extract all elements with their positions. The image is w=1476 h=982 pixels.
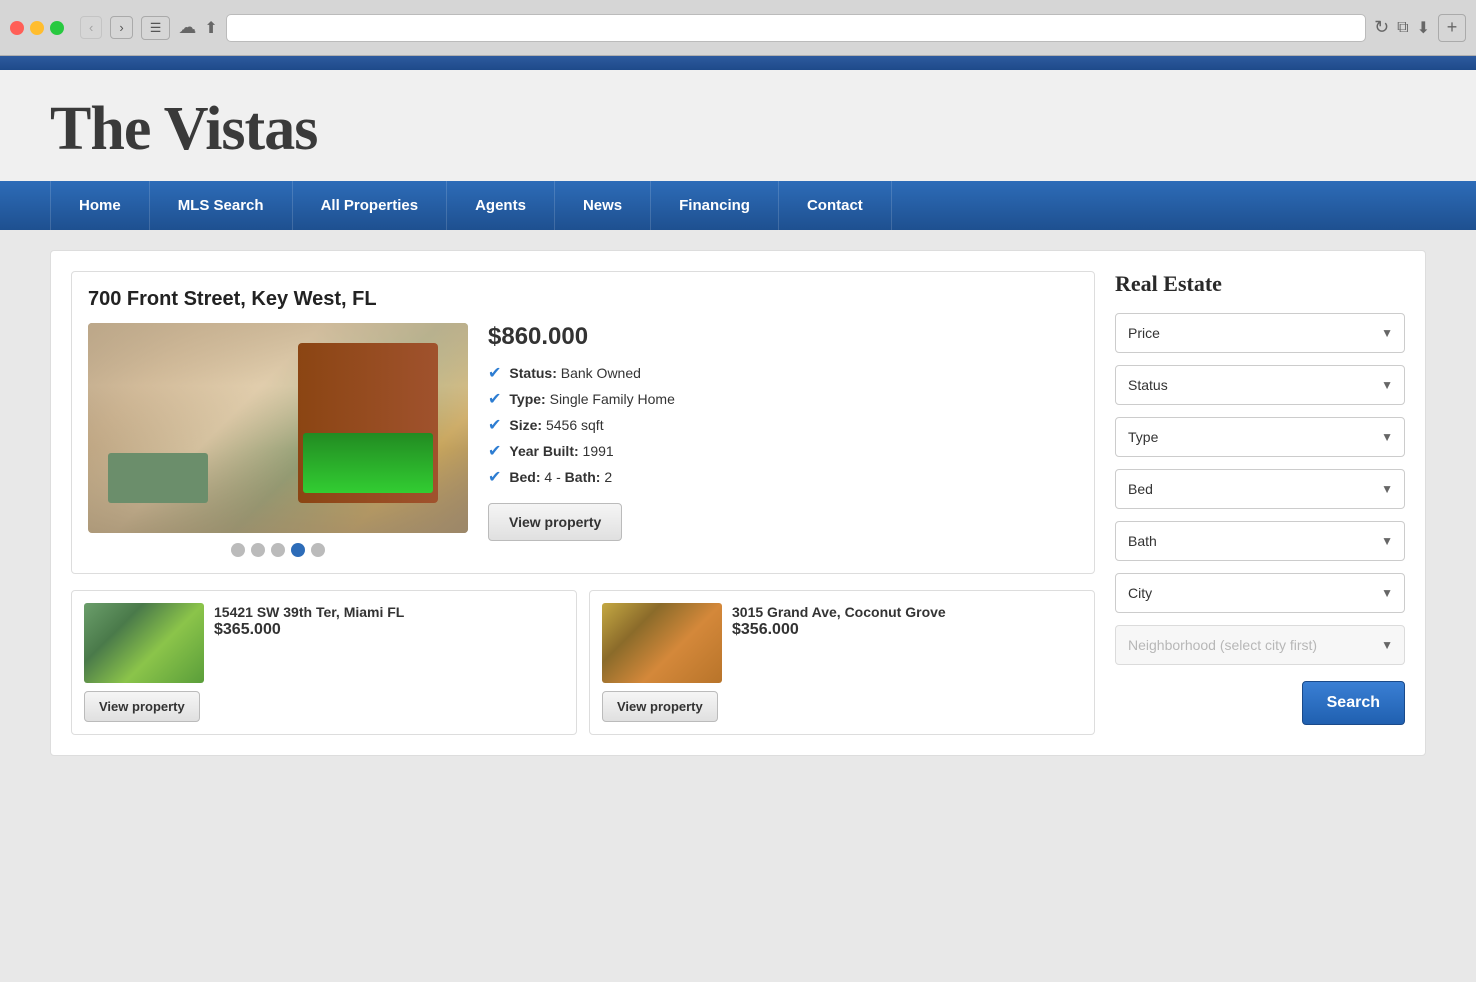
carousel-dot-3[interactable] — [271, 543, 285, 557]
card-2-image — [602, 603, 722, 683]
browser-chrome: ‹ › ☰ ☁ ⬆ ↻ ⧉ ⬇ + — [0, 0, 1476, 56]
status-filter-select[interactable]: Status — [1115, 365, 1405, 405]
nav-item-agents[interactable]: Agents — [447, 181, 555, 230]
room-desk — [108, 453, 208, 503]
card-1-view-button[interactable]: View property — [84, 691, 200, 722]
property-bed-bath-row: ✔ Bed: 4 - Bath: 2 — [488, 467, 1078, 487]
card-1-info: 15421 SW 39th Ter, Miami FL $365.000 — [214, 603, 404, 639]
site-header: The Vistas — [0, 70, 1476, 181]
content-wrapper: 700 Front Street, Key West, FL — [50, 250, 1426, 756]
property-size-row: ✔ Size: 5456 sqft — [488, 415, 1078, 435]
property-year-row: ✔ Year Built: 1991 — [488, 441, 1078, 461]
price-filter-select[interactable]: Price — [1115, 313, 1405, 353]
image-carousel — [88, 543, 468, 557]
check-icon-status: ✔ — [488, 363, 501, 383]
city-filter-select[interactable]: City — [1115, 573, 1405, 613]
carousel-dot-1[interactable] — [231, 543, 245, 557]
main-navigation: Home MLS Search All Properties Agents Ne… — [0, 181, 1476, 230]
check-icon-type: ✔ — [488, 389, 501, 409]
property-type-row: ✔ Type: Single Family Home — [488, 389, 1078, 409]
card-1-price: $365.000 — [214, 621, 404, 639]
neighborhood-filter-wrapper: Neighborhood (select city first) ▼ — [1115, 625, 1405, 665]
nav-item-home[interactable]: Home — [50, 181, 150, 230]
property-card-2: 3015 Grand Ave, Coconut Grove $356.000 V… — [589, 590, 1095, 735]
nav-item-contact[interactable]: Contact — [779, 181, 892, 230]
main-content: 700 Front Street, Key West, FL — [0, 230, 1476, 776]
maximize-window-button[interactable] — [50, 21, 64, 35]
type-filter-select[interactable]: Type — [1115, 417, 1405, 457]
price-filter-wrapper: Price ▼ — [1115, 313, 1405, 353]
bed-bath-label: Bed: 4 - Bath: 2 — [509, 469, 612, 485]
card-2-address: 3015 Grand Ave, Coconut Grove — [732, 603, 946, 621]
check-icon-bed-bath: ✔ — [488, 467, 501, 487]
card-2-top: 3015 Grand Ave, Coconut Grove $356.000 — [602, 603, 1082, 683]
sidebar-toggle-button[interactable]: ☰ — [141, 16, 171, 40]
card-2-view-button[interactable]: View property — [602, 691, 718, 722]
card-2-price: $356.000 — [732, 621, 946, 639]
size-label: Size: 5456 sqft — [509, 417, 603, 433]
room-bunk-bed — [298, 343, 438, 503]
traffic-lights — [10, 21, 64, 35]
site-title: The Vistas — [50, 94, 1426, 165]
property-info-list: ✔ Status: Bank Owned ✔ Type: Single Fami… — [488, 363, 1078, 487]
bed-filter-wrapper: Bed ▼ — [1115, 469, 1405, 509]
neighborhood-filter-select[interactable]: Neighborhood (select city first) — [1115, 625, 1405, 665]
carousel-dot-5[interactable] — [311, 543, 325, 557]
city-filter-wrapper: City ▼ — [1115, 573, 1405, 613]
forward-button[interactable]: › — [110, 16, 132, 39]
sidebar: Real Estate Price ▼ Status ▼ Type ▼ — [1115, 271, 1405, 735]
top-blue-bar — [0, 56, 1476, 70]
minimize-window-button[interactable] — [30, 21, 44, 35]
featured-view-property-button[interactable]: View property — [488, 503, 622, 541]
share-button[interactable]: ⬆ — [204, 18, 217, 38]
type-filter-wrapper: Type ▼ — [1115, 417, 1405, 457]
card-1-address: 15421 SW 39th Ter, Miami FL — [214, 603, 404, 621]
nav-item-mls-search[interactable]: MLS Search — [150, 181, 293, 230]
check-icon-year: ✔ — [488, 441, 501, 461]
sidebar-title: Real Estate — [1115, 271, 1405, 297]
nav-item-all-properties[interactable]: All Properties — [293, 181, 448, 230]
card-2-info: 3015 Grand Ave, Coconut Grove $356.000 — [732, 603, 946, 639]
card-1-top: 15421 SW 39th Ter, Miami FL $365.000 — [84, 603, 564, 683]
featured-property-main: $860.000 ✔ Status: Bank Owned ✔ Type: Si… — [88, 323, 1078, 557]
carousel-dot-2[interactable] — [251, 543, 265, 557]
property-card-1: 15421 SW 39th Ter, Miami FL $365.000 Vie… — [71, 590, 577, 735]
bed-filter-select[interactable]: Bed — [1115, 469, 1405, 509]
back-button[interactable]: ‹ — [80, 16, 102, 39]
left-column: 700 Front Street, Key West, FL — [71, 271, 1095, 735]
multi-window-button[interactable]: ⧉ — [1397, 19, 1408, 37]
cloud-icon[interactable]: ☁ — [178, 17, 196, 38]
type-label: Type: Single Family Home — [509, 391, 674, 407]
search-button[interactable]: Search — [1302, 681, 1405, 725]
featured-property-details: $860.000 ✔ Status: Bank Owned ✔ Type: Si… — [488, 323, 1078, 557]
featured-property-price: $860.000 — [488, 323, 1078, 351]
year-label: Year Built: 1991 — [509, 443, 613, 459]
card-1-image — [84, 603, 204, 683]
status-label: Status: Bank Owned — [509, 365, 641, 381]
new-tab-button[interactable]: + — [1438, 14, 1466, 42]
download-button[interactable]: ⬇ — [1417, 18, 1430, 38]
bath-filter-wrapper: Bath ▼ — [1115, 521, 1405, 561]
carousel-dot-4[interactable] — [291, 543, 305, 557]
property-cards: 15421 SW 39th Ter, Miami FL $365.000 Vie… — [71, 590, 1095, 735]
property-status-row: ✔ Status: Bank Owned — [488, 363, 1078, 383]
featured-property-image — [88, 323, 468, 533]
check-icon-size: ✔ — [488, 415, 501, 435]
nav-item-financing[interactable]: Financing — [651, 181, 779, 230]
reload-button[interactable]: ↻ — [1374, 17, 1389, 38]
status-filter-wrapper: Status ▼ — [1115, 365, 1405, 405]
featured-property-address: 700 Front Street, Key West, FL — [88, 288, 1078, 311]
nav-item-news[interactable]: News — [555, 181, 651, 230]
bath-filter-select[interactable]: Bath — [1115, 521, 1405, 561]
close-window-button[interactable] — [10, 21, 24, 35]
featured-property: 700 Front Street, Key West, FL — [71, 271, 1095, 574]
address-bar[interactable] — [226, 14, 1366, 42]
